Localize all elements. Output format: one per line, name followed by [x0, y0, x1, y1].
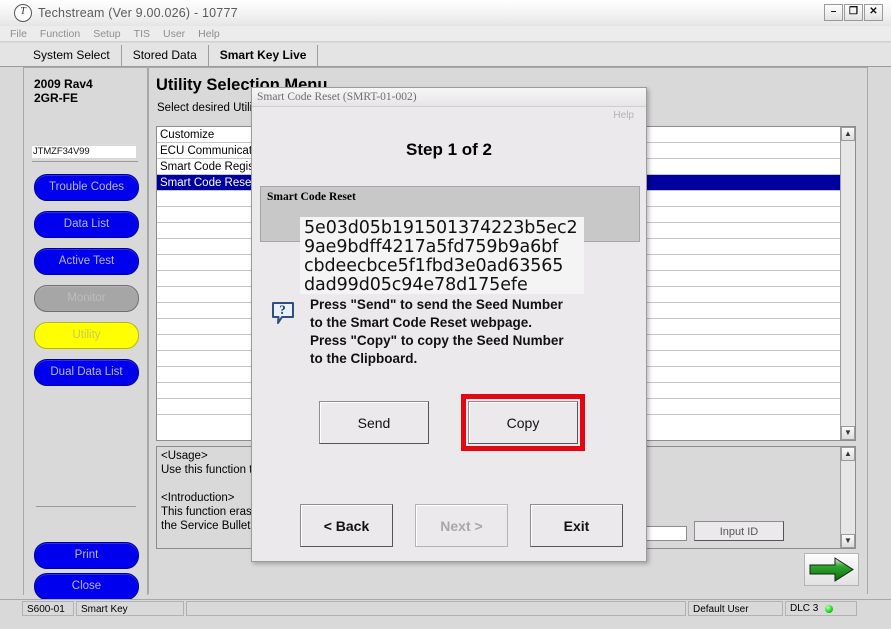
sidebar-item-utility[interactable]: Utility	[34, 322, 139, 349]
menu-item-setup[interactable]: Setup	[93, 28, 120, 40]
seed-line: 9ae9bdff4217a5fd759b9a6bf	[304, 237, 559, 257]
menubar: File Function Setup TIS User Help	[0, 26, 891, 42]
connection-status-led-icon	[825, 604, 834, 613]
description-scrollbar[interactable]: ▲ ▼	[840, 447, 855, 548]
send-button[interactable]: Send	[319, 401, 429, 444]
exit-button[interactable]: Exit	[530, 504, 623, 547]
sidebar-item-monitor: Monitor	[34, 285, 139, 312]
tab-smart-key-live[interactable]: Smart Key Live	[208, 45, 319, 66]
window-titlebar: T Techstream (Ver 9.00.026) - 10777 – ❐ …	[0, 0, 891, 27]
status-connection: DLC 3	[785, 601, 857, 616]
seed-line: cbdeecbce5f1fbd3e0ad63565	[304, 256, 564, 276]
scroll-down-icon[interactable]: ▼	[841, 534, 855, 548]
techstream-logo-icon: T	[14, 4, 32, 22]
instruction-line: Press "Send" to send the Seed Number	[310, 297, 563, 312]
vehicle-engine-line: 2GR-FE	[34, 91, 79, 105]
tabstrip: System Select Stored Data Smart Key Live	[0, 43, 891, 67]
window-controls: – ❐ ✕	[824, 4, 883, 21]
seed-line: 5e03d05b191501374223b5ec2	[304, 218, 578, 238]
seed-line: dad99d05c94e78d175efe	[304, 275, 528, 295]
status-system: Smart Key	[76, 601, 184, 616]
menu-item-tis[interactable]: TIS	[134, 28, 150, 40]
sidebar-item-active-test[interactable]: Active Test	[34, 248, 139, 275]
print-button[interactable]: Print	[34, 542, 139, 569]
smart-code-reset-dialog: Smart Code Reset (SMRT-01-002) Help Step…	[251, 87, 647, 562]
status-connection-label: DLC 3	[790, 603, 819, 614]
menu-item-help[interactable]: Help	[198, 28, 220, 40]
scroll-up-icon[interactable]: ▲	[841, 127, 855, 141]
sidebar-item-trouble-codes[interactable]: Trouble Codes	[34, 174, 139, 201]
sidebar: 2009 Rav4 2GR-FE JTMZF34V99 Trouble Code…	[23, 67, 148, 600]
vin-field: JTMZF34V99	[32, 146, 136, 158]
close-button[interactable]: Close	[34, 573, 139, 600]
next-button: Next >	[415, 504, 508, 547]
background-action-button[interactable]: Input ID	[694, 521, 784, 541]
sidebar-divider-bottom	[36, 506, 136, 507]
application-window: T Techstream (Ver 9.00.026) - 10777 – ❐ …	[0, 0, 891, 629]
green-right-arrow-icon	[809, 557, 854, 582]
next-page-button[interactable]	[804, 553, 859, 586]
status-code: S600-01	[22, 601, 74, 616]
statusbar: S600-01 Smart Key Default User DLC 3	[0, 599, 891, 617]
menu-item-file[interactable]: File	[10, 28, 27, 40]
dialog-titlebar: Smart Code Reset (SMRT-01-002)	[252, 88, 646, 107]
scroll-down-icon[interactable]: ▼	[841, 426, 855, 440]
dialog-step-label: Step 1 of 2	[406, 140, 492, 159]
window-title: Techstream (Ver 9.00.026) - 10777	[38, 6, 238, 20]
menu-item-function[interactable]: Function	[40, 28, 80, 40]
tab-system-select[interactable]: System Select	[22, 45, 122, 66]
back-button[interactable]: < Back	[300, 504, 393, 547]
sidebar-divider-top	[32, 161, 138, 162]
scroll-up-icon[interactable]: ▲	[841, 447, 855, 461]
status-user: Default User	[688, 601, 783, 616]
menu-item-user[interactable]: User	[163, 28, 185, 40]
instruction-line: to the Smart Code Reset webpage.	[310, 315, 533, 330]
minimize-icon[interactable]: –	[824, 4, 843, 21]
seed-number-field[interactable]: 5e03d05b191501374223b5ec2 9ae9bdff4217a5…	[300, 216, 584, 295]
sidebar-item-dual-data-list[interactable]: Dual Data List	[34, 359, 139, 386]
dialog-instructions: Press "Send" to send the Seed Number to …	[310, 296, 640, 368]
close-icon[interactable]: ✕	[864, 4, 883, 21]
status-message	[186, 601, 686, 616]
vehicle-model-line: 2009 Rav4	[34, 77, 93, 91]
question-bubble-icon: ?	[270, 300, 296, 326]
restore-icon[interactable]: ❐	[844, 4, 863, 21]
copy-button[interactable]: Copy	[468, 401, 578, 444]
dialog-help-link[interactable]: Help	[613, 110, 634, 121]
svg-text:?: ?	[279, 302, 286, 317]
list-scrollbar[interactable]: ▲ ▼	[840, 127, 855, 440]
instruction-line: Press "Copy" to copy the Seed Number	[310, 333, 564, 348]
sidebar-item-data-list[interactable]: Data List	[34, 211, 139, 238]
seed-group-label: Smart Code Reset	[267, 191, 356, 203]
page-subtitle: Select desired Utility.	[157, 102, 264, 114]
tab-stored-data[interactable]: Stored Data	[121, 45, 209, 66]
instruction-line: to the Clipboard.	[310, 351, 418, 366]
